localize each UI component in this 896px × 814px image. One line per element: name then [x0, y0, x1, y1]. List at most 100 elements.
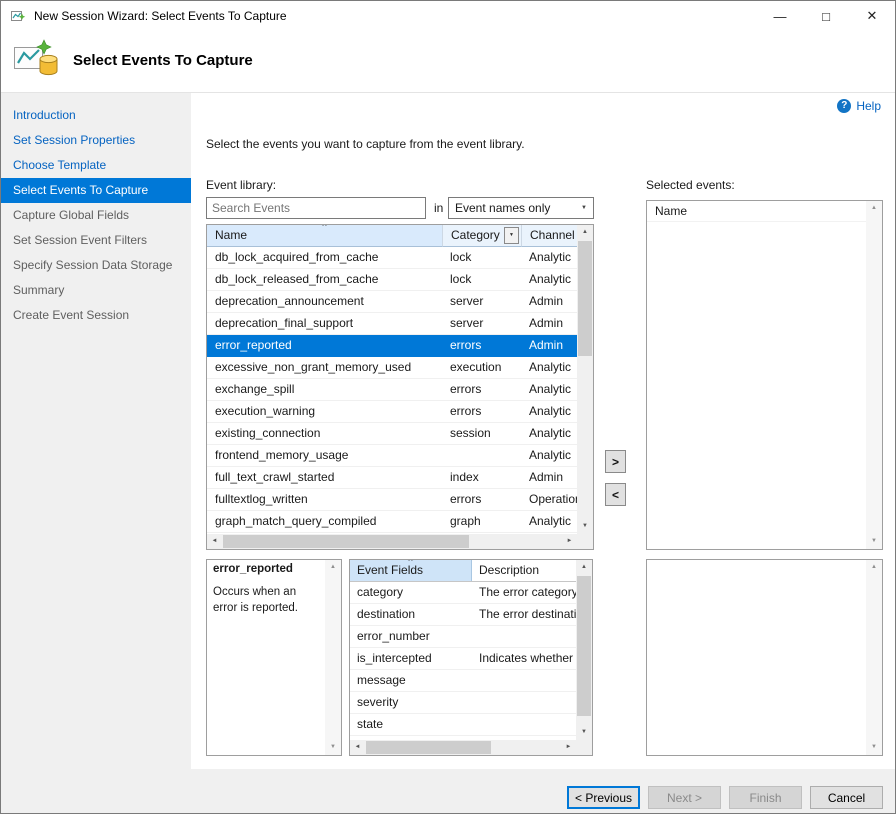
sidebar-item-specify-session-data-storage[interactable]: Specify Session Data Storage [1, 253, 191, 278]
field-row[interactable]: error_number [350, 626, 576, 648]
field-row[interactable]: destination The error destination [350, 604, 576, 626]
field-row[interactable]: state [350, 714, 576, 736]
scrollbar-thumb[interactable] [578, 241, 592, 356]
event-row[interactable]: full_text_crawl_started index Admin [207, 467, 577, 489]
event-cell-name: graph_match_query_compiled [215, 514, 377, 528]
events-header-row: Name ^ Category ▼ Channel [207, 225, 577, 247]
right-panel-scrollbar[interactable]: ▲ ▼ [866, 560, 882, 755]
event-row[interactable]: deprecation_final_support server Admin [207, 313, 577, 335]
finish-button[interactable]: Finish [729, 786, 802, 809]
field-row[interactable]: category The error category. [350, 582, 576, 604]
event-row[interactable]: excessive_non_grant_memory_used execution… [207, 357, 577, 379]
column-header-name[interactable]: Name ^ [207, 225, 443, 247]
maximize-button[interactable]: □ [803, 1, 849, 31]
chevron-down-icon: ▼ [581, 205, 587, 211]
fields-vertical-scrollbar[interactable]: ▲ ▼ [576, 560, 592, 740]
scroll-down-icon[interactable]: ▼ [866, 740, 882, 755]
fields-table-body: category The error category. destination Th… [350, 582, 576, 740]
event-row[interactable]: db_lock_released_from_cache lock Analytic [207, 269, 577, 291]
scroll-up-icon[interactable]: ▲ [866, 201, 882, 216]
scrollbar-thumb[interactable] [223, 535, 469, 548]
in-label: in [434, 201, 444, 215]
scroll-up-icon[interactable]: ▲ [325, 560, 341, 575]
field-row[interactable]: severity [350, 692, 576, 714]
page-title: Select Events To Capture [73, 52, 253, 69]
event-cell-name: db_lock_released_from_cache [215, 272, 379, 286]
scroll-left-icon[interactable]: ◄ [350, 740, 365, 755]
add-event-button[interactable]: > [605, 450, 626, 473]
window-title: New Session Wizard: Select Events To Cap… [34, 9, 287, 23]
events-vertical-scrollbar[interactable]: ▲ ▼ [577, 225, 593, 534]
event-cell-name: error_reported [215, 338, 292, 352]
sidebar-item-set-session-properties[interactable]: Set Session Properties [1, 128, 191, 153]
field-name-cell: category [357, 585, 404, 599]
event-row[interactable]: deprecation_announcement server Admin [207, 291, 577, 313]
scroll-up-icon[interactable]: ▲ [576, 560, 592, 575]
field-description-cell: The error destination [479, 607, 576, 621]
scrollbar-thumb[interactable] [366, 741, 491, 754]
event-row[interactable]: frontend_memory_usage Analytic [207, 445, 577, 467]
sidebar-item-introduction[interactable]: Introduction [1, 103, 191, 128]
scrollbar-thumb[interactable] [577, 576, 591, 716]
events-horizontal-scrollbar[interactable]: ◄ ► [207, 534, 577, 549]
scroll-down-icon[interactable]: ▼ [577, 519, 593, 534]
scroll-up-icon[interactable]: ▲ [577, 225, 593, 240]
field-row[interactable]: message [350, 670, 576, 692]
next-button[interactable]: Next > [648, 786, 721, 809]
event-row[interactable]: execution_warning errors Analytic [207, 401, 577, 423]
cancel-button[interactable]: Cancel [810, 786, 883, 809]
event-cell-channel: Analytic [529, 404, 572, 418]
sidebar-item-set-session-event-filters[interactable]: Set Session Event Filters [1, 228, 191, 253]
event-row[interactable]: exchange_spill errors Analytic [207, 379, 577, 401]
field-description-cell [472, 626, 576, 647]
scroll-down-icon[interactable]: ▼ [866, 534, 882, 549]
scope-dropdown[interactable]: Event names only ▼ [448, 197, 594, 219]
field-name-cell: state [357, 717, 384, 731]
search-input[interactable] [206, 197, 426, 219]
field-row[interactable]: is_intercepted Indicates whether th [350, 648, 576, 670]
column-header-event-fields[interactable]: Event Fields ^ [350, 560, 472, 581]
sidebar-item-choose-template[interactable]: Choose Template [1, 153, 191, 178]
event-row[interactable]: graph_match_query_compiled graph Analytic [207, 511, 577, 533]
column-header-description[interactable]: Description [472, 560, 576, 581]
close-button[interactable]: ✕ [849, 1, 895, 31]
main-panel: ? Help Select the events you want to cap… [191, 93, 895, 769]
event-cell-channel: Analytic [529, 448, 572, 462]
event-cell-channel: Analytic [529, 360, 572, 374]
event-row[interactable]: error_reported errors Admin [207, 335, 577, 357]
previous-button[interactable]: < Previous [567, 786, 640, 809]
titlebar[interactable]: New Session Wizard: Select Events To Cap… [1, 1, 895, 31]
event-row[interactable]: existing_connection session Analytic [207, 423, 577, 445]
sidebar-item-summary[interactable]: Summary [1, 278, 191, 303]
scroll-up-icon[interactable]: ▲ [866, 560, 882, 575]
event-cell-category: errors [450, 492, 482, 506]
selected-events-list[interactable]: Name ▲ ▼ [646, 200, 883, 550]
wizard-steps: Introduction Set Session Properties Choose… [1, 93, 191, 769]
event-cell-name: execution_warning [215, 404, 316, 418]
sort-asc-icon: ^ [322, 225, 327, 231]
column-header-channel[interactable]: Channel [522, 225, 577, 247]
scroll-down-icon[interactable]: ▼ [325, 740, 341, 755]
sidebar-item-create-event-session[interactable]: Create Event Session [1, 303, 191, 328]
scroll-down-icon[interactable]: ▼ [576, 725, 592, 740]
event-cell-channel: Analytic [529, 426, 572, 440]
scroll-left-icon[interactable]: ◄ [207, 534, 222, 549]
event-cell-name: excessive_non_grant_memory_used [215, 360, 412, 374]
sidebar-item-select-events-to-capture[interactable]: Select Events To Capture [1, 178, 191, 203]
scroll-right-icon[interactable]: ► [562, 534, 577, 549]
description-scrollbar[interactable]: ▲ ▼ [325, 560, 341, 755]
remove-event-button[interactable]: < [605, 483, 626, 506]
event-cell-category: server [450, 316, 484, 330]
help-link[interactable]: ? Help [837, 99, 881, 113]
column-header-category[interactable]: Category ▼ [443, 225, 522, 247]
fields-horizontal-scrollbar[interactable]: ◄ ► [350, 740, 576, 755]
event-row[interactable]: fulltextlog_written errors Operational [207, 489, 577, 511]
selected-events-scrollbar[interactable]: ▲ ▼ [866, 201, 882, 549]
event-row[interactable]: db_lock_acquired_from_cache lock Analytic [207, 247, 577, 269]
filter-dropdown-icon[interactable]: ▼ [504, 227, 519, 244]
sidebar-item-capture-global-fields[interactable]: Capture Global Fields [1, 203, 191, 228]
scroll-right-icon[interactable]: ► [561, 740, 576, 755]
column-label: Event Fields [357, 563, 424, 577]
minimize-button[interactable]: — [757, 1, 803, 31]
event-cell-channel: Admin [529, 316, 564, 330]
